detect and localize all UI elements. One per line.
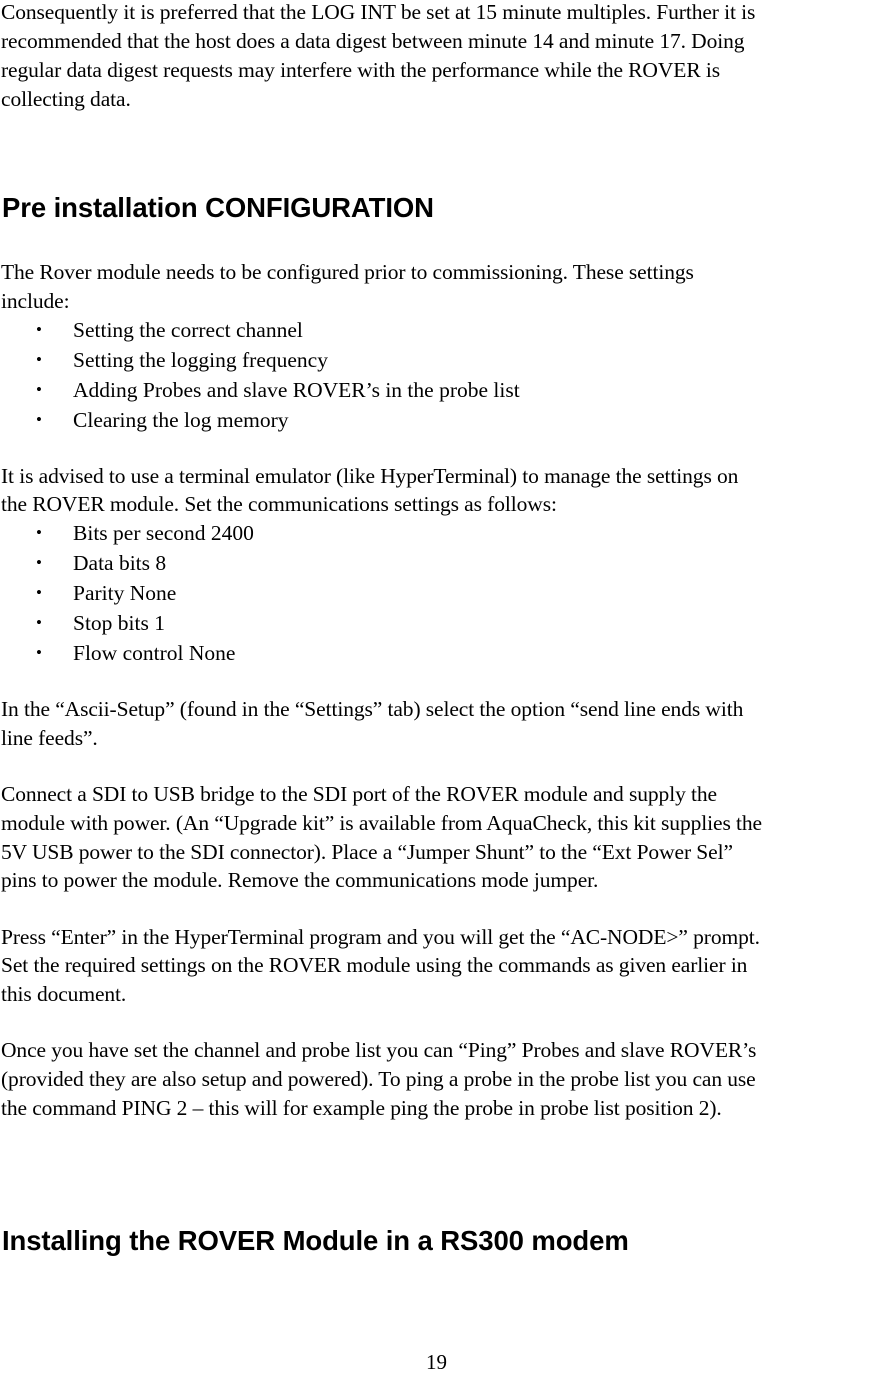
paragraph-line: The Rover module needs to be configured … bbox=[1, 260, 694, 284]
paragraph-line: Set the required settings on the ROVER m… bbox=[1, 953, 748, 977]
paragraph-line: the ROVER module. Set the communications… bbox=[1, 492, 557, 516]
section-heading-installing-rover: Installing the ROVER Module in a RS300 m… bbox=[2, 1225, 629, 1256]
bullet-icon: • bbox=[36, 350, 42, 369]
paragraph-line: In the “Ascii-Setup” (found in the “Sett… bbox=[1, 697, 744, 721]
intro-line: collecting data. bbox=[1, 87, 131, 111]
list-item-text: Parity None bbox=[73, 581, 177, 605]
list-item-text: Setting the correct channel bbox=[73, 318, 303, 342]
bullet-icon: • bbox=[36, 523, 42, 542]
paragraph-line: 5V USB power to the SDI connector). Plac… bbox=[1, 840, 733, 864]
bullet-icon: • bbox=[36, 553, 42, 572]
paragraph-line: Once you have set the channel and probe … bbox=[1, 1038, 757, 1062]
bullet-icon: • bbox=[36, 583, 42, 602]
paragraph-line: line feeds”. bbox=[1, 726, 98, 750]
bullet-icon: • bbox=[36, 380, 42, 399]
intro-line: regular data digest requests may interfe… bbox=[1, 58, 720, 82]
list-item-text: Setting the logging frequency bbox=[73, 348, 328, 372]
list-item-text: Flow control None bbox=[73, 641, 236, 665]
paragraph-line: module with power. (An “Upgrade kit” is … bbox=[1, 811, 762, 835]
paragraph-line: include: bbox=[1, 289, 70, 313]
list-item-text: Adding Probes and slave ROVER’s in the p… bbox=[73, 378, 520, 402]
paragraph-line: the command PING 2 – this will for examp… bbox=[1, 1096, 722, 1120]
paragraph-line: Connect a SDI to USB bridge to the SDI p… bbox=[1, 782, 717, 806]
bullet-icon: • bbox=[36, 613, 42, 632]
section-heading-pre-installation: Pre installation CONFIGURATION bbox=[2, 192, 434, 223]
paragraph-line: Press “Enter” in the HyperTerminal progr… bbox=[1, 925, 760, 949]
bullet-icon: • bbox=[36, 643, 42, 662]
intro-line: Consequently it is preferred that the LO… bbox=[1, 0, 756, 24]
bullet-icon: • bbox=[36, 410, 42, 429]
paragraph-line: pins to power the module. Remove the com… bbox=[1, 868, 599, 892]
page-number: 19 bbox=[426, 1350, 447, 1374]
intro-line: recommended that the host does a data di… bbox=[1, 29, 745, 53]
paragraph-line: It is advised to use a terminal emulator… bbox=[1, 464, 739, 488]
list-item-text: Bits per second 2400 bbox=[73, 521, 254, 545]
list-item-text: Clearing the log memory bbox=[73, 408, 289, 432]
paragraph-line: (provided they are also setup and powere… bbox=[1, 1067, 756, 1091]
paragraph-line: this document. bbox=[1, 982, 127, 1006]
list-item-text: Stop bits 1 bbox=[73, 611, 165, 635]
bullet-icon: • bbox=[36, 320, 42, 339]
list-item-text: Data bits 8 bbox=[73, 551, 167, 575]
